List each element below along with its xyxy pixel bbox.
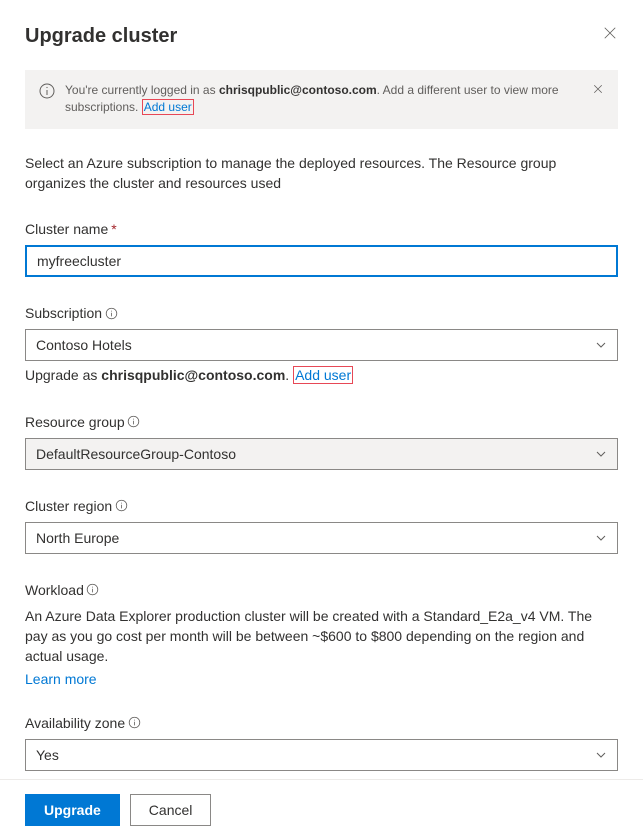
cluster-name-input[interactable] [25,245,618,277]
resource-group-label: Resource group [25,414,618,430]
close-icon[interactable] [602,25,618,41]
info-icon[interactable] [104,306,118,320]
chevron-down-icon [595,532,607,544]
info-message-bar: You're currently logged in as chrisqpubl… [25,70,618,129]
panel-description: Select an Azure subscription to manage t… [25,153,618,194]
upgrade-button[interactable]: Upgrade [25,794,120,826]
info-icon[interactable] [114,499,128,513]
cancel-button[interactable]: Cancel [130,794,212,826]
chevron-down-icon [595,339,607,351]
info-icon[interactable] [127,716,141,730]
chevron-down-icon [595,749,607,761]
cluster-region-select[interactable]: North Europe [25,522,618,554]
chevron-down-icon [595,448,607,460]
cluster-name-label: Cluster name* [25,221,618,237]
learn-more-link[interactable]: Learn more [25,671,97,687]
page-title: Upgrade cluster [25,25,177,48]
availability-zone-label: Availability zone [25,715,618,731]
info-icon [39,83,55,99]
cluster-region-label: Cluster region [25,498,618,514]
add-user-link-subscription[interactable]: Add user [293,366,353,384]
info-icon[interactable] [86,583,100,597]
info-icon[interactable] [127,415,141,429]
dismiss-icon[interactable] [592,82,604,98]
availability-zone-select[interactable]: Yes [25,739,618,771]
resource-group-select[interactable]: DefaultResourceGroup-Contoso [25,438,618,470]
workload-label: Workload [25,582,618,598]
workload-description: An Azure Data Explorer production cluste… [25,606,618,667]
add-user-link-info[interactable]: Add user [142,99,194,115]
subscription-label: Subscription [25,305,618,321]
info-message-text: You're currently logged in as chrisqpubl… [65,82,582,117]
subscription-select[interactable]: Contoso Hotels [25,329,618,361]
subscription-helper: Upgrade as chrisqpublic@contoso.com. Add… [25,365,618,385]
